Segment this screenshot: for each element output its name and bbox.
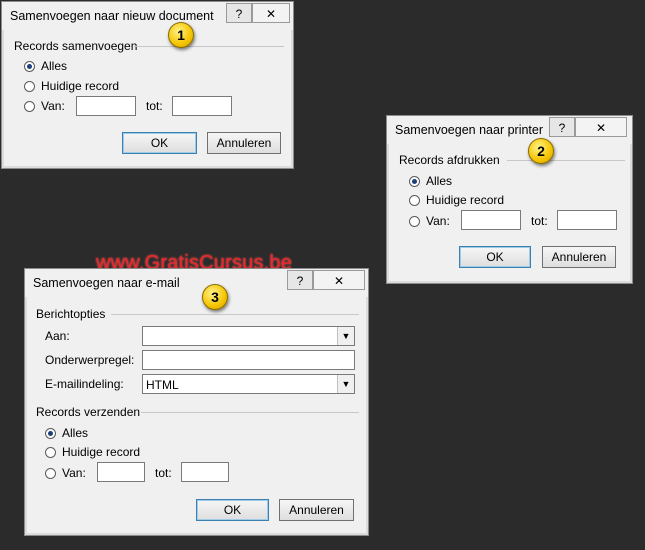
dialog-merge-email: Samenvoegen naar e-mail ? ✕ Berichtoptie… <box>24 268 369 536</box>
format-select[interactable]: HTML ▼ <box>142 374 355 394</box>
ok-button[interactable]: OK <box>196 499 269 521</box>
radio-button[interactable] <box>45 446 56 458</box>
radio-from-label: Van: <box>41 99 65 113</box>
to-input[interactable] <box>181 462 229 482</box>
group-divider <box>134 46 284 47</box>
radio-all-label: Alles <box>62 426 89 440</box>
help-button[interactable]: ? <box>226 3 252 23</box>
radio-from[interactable]: Van: <box>409 212 450 230</box>
close-button[interactable]: ✕ <box>313 270 365 290</box>
to-label: tot: <box>531 214 548 228</box>
radio-current-record[interactable]: Huidige record <box>24 77 119 95</box>
ok-button[interactable]: OK <box>459 246 531 268</box>
from-input[interactable] <box>461 210 521 230</box>
format-label: E-mailindeling: <box>45 377 124 391</box>
radio-current-record[interactable]: Huidige record <box>409 191 504 209</box>
radio-all[interactable]: Alles <box>24 57 67 75</box>
radio-button[interactable] <box>24 100 35 112</box>
radio-from[interactable]: Van: <box>45 464 86 482</box>
radio-all-label: Alles <box>426 174 453 188</box>
to-label: tot: <box>155 466 172 480</box>
to-field-select[interactable]: ▼ <box>142 326 355 346</box>
cancel-button[interactable]: Annuleren <box>542 246 616 268</box>
from-input[interactable] <box>76 96 136 116</box>
radio-button-selected[interactable] <box>24 60 35 72</box>
callout-badge-1: 1 <box>168 22 194 48</box>
radio-from[interactable]: Van: <box>24 97 65 115</box>
radio-button-selected[interactable] <box>409 175 420 187</box>
radio-from-label: Van: <box>62 466 86 480</box>
radio-from-label: Van: <box>426 214 450 228</box>
chevron-down-icon[interactable]: ▼ <box>337 375 354 393</box>
cancel-button[interactable]: Annuleren <box>279 499 354 521</box>
to-input[interactable] <box>172 96 232 116</box>
group-label-send-records: Records verzenden <box>36 405 141 419</box>
chevron-down-icon[interactable]: ▼ <box>337 327 354 345</box>
titlebar: Samenvoegen naar nieuw document ? ✕ <box>2 2 293 30</box>
group-divider <box>507 160 625 161</box>
radio-current-record[interactable]: Huidige record <box>45 443 140 461</box>
help-button[interactable]: ? <box>549 117 575 137</box>
close-button[interactable]: ✕ <box>575 117 627 137</box>
radio-button-selected[interactable] <box>45 427 56 439</box>
radio-all[interactable]: Alles <box>45 424 88 442</box>
titlebar: Samenvoegen naar e-mail ? ✕ <box>25 269 368 297</box>
subject-label: Onderwerpregel: <box>45 353 135 367</box>
group-label-message-options: Berichtopties <box>36 307 106 321</box>
ok-button[interactable]: OK <box>122 132 197 154</box>
radio-button[interactable] <box>409 194 420 206</box>
dialog-title: Samenvoegen naar nieuw document <box>10 9 214 23</box>
radio-current-label: Huidige record <box>426 193 505 207</box>
to-label: tot: <box>146 99 163 113</box>
from-input[interactable] <box>97 462 145 482</box>
cancel-button[interactable]: Annuleren <box>207 132 281 154</box>
radio-button[interactable] <box>409 215 420 227</box>
callout-badge-3: 3 <box>202 284 228 310</box>
dialog-title: Samenvoegen naar e-mail <box>33 276 180 290</box>
callout-badge-2: 2 <box>528 138 554 164</box>
format-value: HTML <box>146 378 179 392</box>
radio-button[interactable] <box>45 467 56 479</box>
group-divider <box>141 412 359 413</box>
group-label-merge-records: Records samenvoegen <box>14 39 138 53</box>
group-divider <box>111 314 359 315</box>
to-field-label: Aan: <box>45 329 70 343</box>
subject-input[interactable] <box>142 350 355 370</box>
dialog-title: Samenvoegen naar printer <box>395 123 544 137</box>
radio-all-label: Alles <box>41 59 68 73</box>
dialog-merge-new-document: Samenvoegen naar nieuw document ? ✕ Reco… <box>1 1 294 169</box>
help-button[interactable]: ? <box>287 270 313 290</box>
close-button[interactable]: ✕ <box>252 3 290 23</box>
group-label-print-records: Records afdrukken <box>399 153 500 167</box>
radio-all[interactable]: Alles <box>409 172 452 190</box>
to-input[interactable] <box>557 210 617 230</box>
titlebar: Samenvoegen naar printer ? ✕ <box>387 116 632 144</box>
radio-current-label: Huidige record <box>41 79 120 93</box>
dialog-merge-printer: Samenvoegen naar printer ? ✕ Records afd… <box>386 115 633 284</box>
radio-current-label: Huidige record <box>62 445 141 459</box>
radio-button[interactable] <box>24 80 35 92</box>
